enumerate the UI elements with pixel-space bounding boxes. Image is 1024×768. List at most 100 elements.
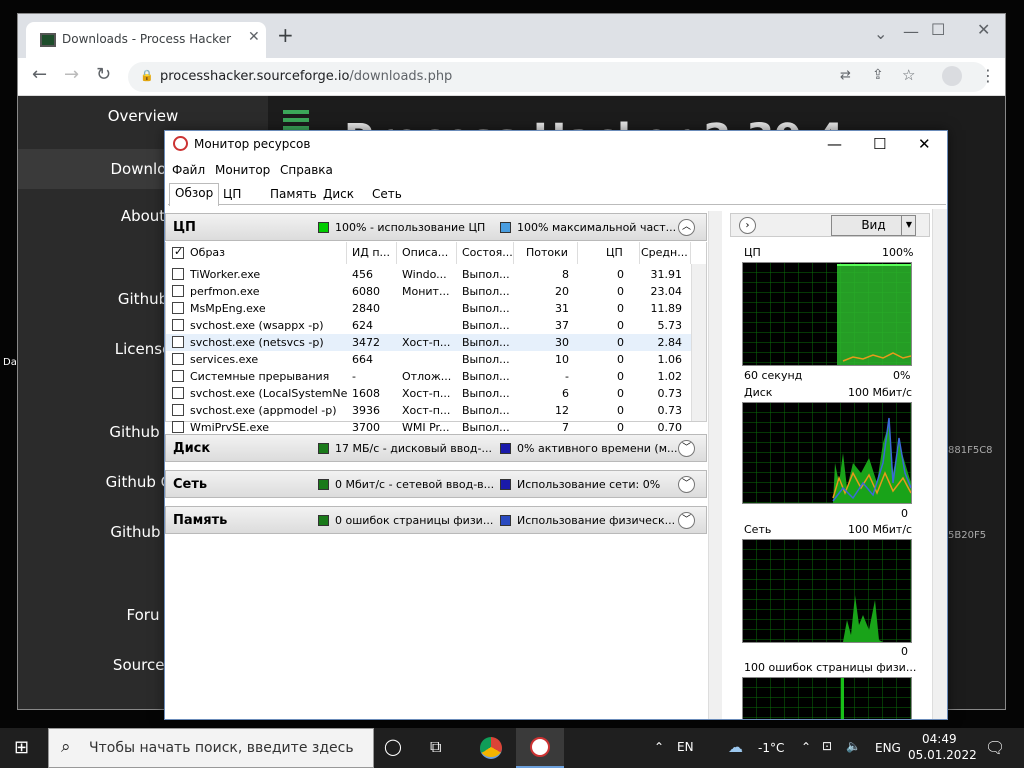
graph-pane-scrollbar[interactable] (932, 209, 947, 719)
process-table: ✓ Образ ИД п... Описа... Состоя... Поток… (165, 242, 707, 434)
new-tab-button[interactable]: + (277, 23, 294, 47)
maximize-button[interactable]: ☐ (931, 20, 945, 39)
table-row[interactable]: MsMpEng.exe 2840 Выпол... 31 0 11.89 (166, 300, 693, 317)
tab-overview[interactable]: Обзор (169, 183, 220, 206)
task-view-icon[interactable]: ⧉ (430, 737, 441, 757)
cell-desc: Хост-п... (402, 404, 451, 417)
disk-section-header[interactable]: Диск 17 МБ/с - дисковый ввод-... 0% акти… (165, 434, 707, 462)
col-description[interactable]: Описа... (402, 242, 457, 264)
table-row[interactable]: perfmon.exe 6080 Монит... Выпол... 20 0 23.04 (166, 283, 693, 300)
cpu-graph-label: ЦП (744, 246, 761, 259)
start-windows-icon[interactable]: ⊞ (14, 737, 29, 758)
browser-tab[interactable]: Downloads - Process Hacker ✕ (26, 22, 266, 58)
close-window-button[interactable]: ✕ (977, 20, 990, 39)
clock-time[interactable]: 04:49 (922, 732, 957, 746)
left-pane-scrollbar[interactable] (708, 211, 722, 719)
col-cpu[interactable]: ЦП (606, 242, 640, 264)
chevron-down-icon[interactable]: ⌄ (874, 24, 887, 43)
more-menu-icon[interactable]: ⋮ (980, 66, 996, 85)
weather-temp[interactable]: -1°C (758, 741, 784, 755)
bookmark-star-icon[interactable]: ☆ (902, 66, 915, 84)
cell-desc: Хост-п... (402, 387, 451, 400)
tray-overflow-icon[interactable]: ⌃ (654, 740, 664, 754)
row-checkbox[interactable] (172, 387, 184, 399)
profile-avatar-icon[interactable] (942, 66, 962, 86)
row-checkbox[interactable] (172, 421, 184, 433)
cpu-section-title: ЦП (173, 220, 196, 235)
hamburger-menu-icon[interactable] (283, 110, 309, 114)
table-row[interactable]: svchost.exe (wsappx -p) 624 Выпол... 37 0 5.7… (166, 317, 693, 334)
table-row[interactable]: Системные прерывания - Отлож... Выпол... - 0 1… (166, 368, 693, 385)
clock-date[interactable]: 05.01.2022 (908, 748, 977, 762)
cpu-section-header[interactable]: ЦП 100% - использование ЦП 100% максимал… (165, 213, 707, 241)
reload-button[interactable]: ↻ (96, 64, 111, 85)
resmon-taskbar-icon[interactable] (516, 728, 564, 768)
taskbar-search-box[interactable]: ⌕ Чтобы начать поиск, введите здесь (48, 728, 374, 768)
select-all-checkbox[interactable]: ✓ (172, 245, 184, 259)
row-checkbox[interactable] (172, 285, 184, 297)
tab-disk[interactable]: Диск (318, 185, 359, 205)
url-text: processhacker.sourceforge.io/downloads.p… (160, 69, 453, 84)
resmon-titlebar[interactable]: Монитор ресурсов — ☐ ✕ (165, 131, 947, 159)
resmon-close-button[interactable]: ✕ (918, 135, 931, 153)
resmon-maximize-button[interactable]: ☐ (873, 135, 886, 153)
tab-cpu[interactable]: ЦП (218, 185, 246, 205)
row-checkbox[interactable] (172, 302, 184, 314)
col-threads[interactable]: Потоки (526, 242, 578, 264)
col-avg-cpu[interactable]: Средн... (641, 242, 691, 264)
back-button[interactable]: ← (32, 64, 47, 85)
row-checkbox[interactable] (172, 319, 184, 331)
table-row[interactable]: TiWorker.exe 456 Windo... Выпол... 8 0 31.91 (166, 266, 693, 283)
col-status[interactable]: Состоя... (462, 242, 514, 264)
notifications-icon[interactable]: 🗨 (985, 738, 1005, 757)
menu-monitor[interactable]: Монитор (215, 163, 270, 177)
table-row[interactable]: svchost.exe (appmodel -p) 3936 Хост-п... Вы… (166, 402, 693, 419)
row-checkbox[interactable] (172, 353, 184, 365)
translate-icon[interactable]: ⇄ (840, 68, 851, 83)
tray-chevron-icon[interactable]: ⌃ (801, 740, 811, 754)
table-scrollbar[interactable] (691, 264, 706, 421)
volume-muted-icon[interactable]: 🔈 (846, 739, 861, 753)
cell-desc: Отлож... (402, 370, 452, 383)
sidebar-item-overview[interactable]: Overview (18, 99, 268, 133)
tab-memory[interactable]: Память (265, 185, 322, 205)
expand-disk-icon[interactable]: ﹀ (678, 440, 695, 457)
table-row[interactable]: services.exe 664 Выпол... 10 0 1.06 (166, 351, 693, 368)
net-io-legend-icon (318, 479, 329, 490)
expand-memory-icon[interactable]: ﹀ (678, 512, 695, 529)
cell-avg: 5.73 (657, 319, 683, 332)
close-tab-icon[interactable]: ✕ (248, 29, 260, 45)
col-image[interactable]: Образ (190, 242, 347, 264)
row-checkbox[interactable] (172, 404, 184, 416)
memory-section-header[interactable]: Память 0 ошибок страницы физи... Использ… (165, 506, 707, 534)
network-icon[interactable]: ⊡ (822, 739, 832, 753)
menu-help[interactable]: Справка (280, 163, 333, 177)
lang-indicator[interactable]: EN (677, 740, 694, 754)
collapse-pane-icon[interactable]: › (739, 217, 756, 234)
row-checkbox[interactable] (172, 370, 184, 382)
lock-icon[interactable]: 🔒 (140, 69, 154, 82)
weather-cloud-icon[interactable]: ☁ (728, 738, 743, 756)
row-checkbox[interactable] (172, 268, 184, 280)
tab-network[interactable]: Сеть (367, 185, 407, 205)
expand-network-icon[interactable]: ﹀ (678, 476, 695, 493)
menu-file[interactable]: Файл (172, 163, 205, 177)
address-bar[interactable]: 🔒 processhacker.sourceforge.io/downloads… (128, 62, 988, 92)
table-row[interactable]: svchost.exe (LocalSystemNet... 1608 Хост-п… (166, 385, 693, 402)
row-checkbox[interactable] (172, 336, 184, 348)
minimize-button[interactable]: — (903, 22, 919, 41)
share-icon[interactable]: ⇪ (872, 67, 884, 83)
input-lang[interactable]: ENG (875, 741, 901, 755)
cell-image: svchost.exe (wsappx -p) (190, 319, 324, 332)
col-pid[interactable]: ИД п... (352, 242, 397, 264)
view-dropdown-icon[interactable]: ▼ (901, 215, 916, 236)
network-section-header[interactable]: Сеть 0 Мбит/с - сетевой ввод-в... Исполь… (165, 470, 707, 498)
resmon-minimize-button[interactable]: — (827, 135, 842, 153)
table-row[interactable]: svchost.exe (netsvcs -p) 3472 Хост-п... Вып… (166, 334, 693, 351)
collapse-cpu-icon[interactable]: ︿ (678, 219, 695, 236)
chrome-taskbar-icon[interactable] (480, 737, 502, 759)
forward-button[interactable]: → (64, 64, 79, 85)
disk-graph-label: Диск (744, 386, 773, 399)
desktop-icon-label[interactable]: Da (3, 357, 17, 368)
cortana-icon[interactable]: ◯ (384, 737, 402, 756)
